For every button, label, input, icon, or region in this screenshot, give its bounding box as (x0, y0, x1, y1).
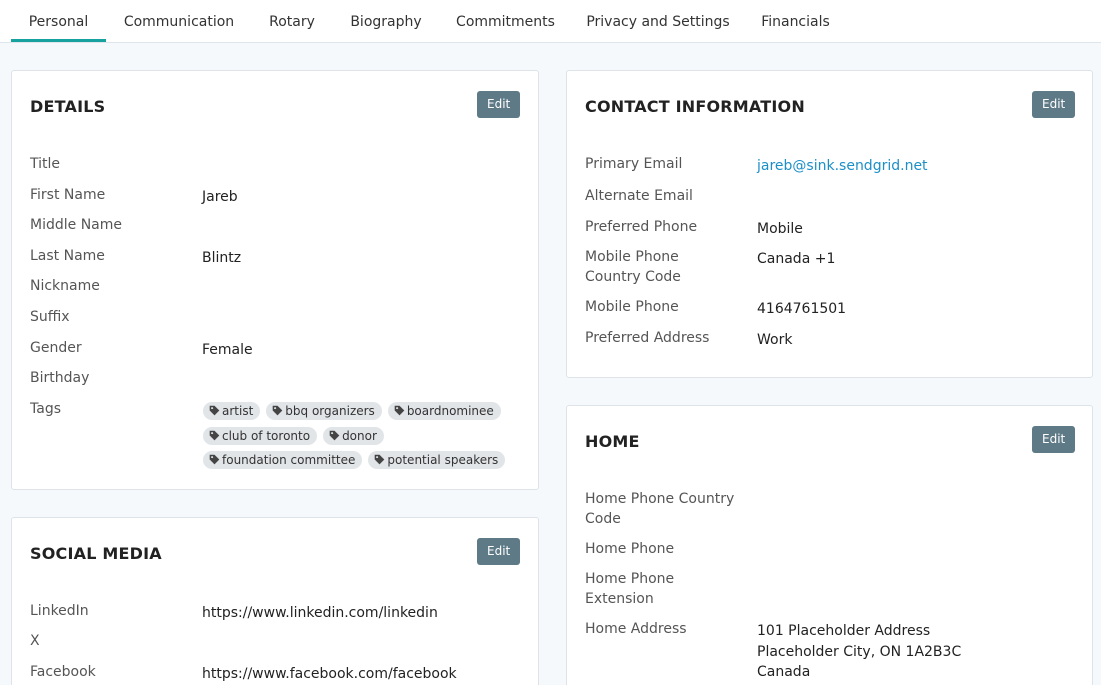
field-value: Canada +1 (757, 251, 836, 267)
field-label: Title (30, 156, 61, 172)
field-label: Home Address (585, 621, 687, 637)
tag-icon (209, 454, 220, 465)
tab-communication[interactable]: Communication (120, 0, 238, 42)
tab-personal[interactable]: Personal (11, 0, 106, 42)
home-card: HOME Edit Home Phone Country Code Home P… (566, 405, 1093, 685)
field-label: Primary Email (585, 156, 683, 172)
field-label: Alternate Email (585, 188, 693, 204)
tag-icon (375, 454, 385, 465)
tag-label: boardnominee (406, 404, 494, 418)
address-line: Placeholder City, ON 1A2B3C (757, 643, 962, 660)
tag-label: artist (222, 404, 254, 418)
details-card: DETAILS Edit Title First Name Jareb Midd… (11, 70, 539, 490)
tab-rotary[interactable]: Rotary (264, 0, 320, 42)
tag-list: artist bbq organizers boardnominee club of… (203, 400, 523, 474)
field-value: https://www.linkedin.com/linkedin (202, 605, 438, 621)
tag-chip: boardnominee (387, 402, 501, 420)
field-label: Mobile Phone Country Code (585, 249, 681, 285)
details-edit-button[interactable]: Edit (477, 91, 521, 118)
field-value: Female (202, 342, 253, 358)
tag-icon (272, 405, 283, 416)
tag-label: potential speakers (387, 453, 499, 467)
tag-label: foundation committee (222, 453, 356, 467)
tab-commitments[interactable]: Commitments (452, 0, 559, 42)
field-label: Home Phone (585, 541, 675, 557)
field-label: Mobile Phone (585, 299, 679, 315)
tag-icon (209, 430, 220, 440)
tag-chip: bbq organizers (266, 402, 382, 420)
tag-icon (394, 405, 405, 416)
tab-biography[interactable]: Biography (346, 0, 426, 42)
field-label: LinkedIn (30, 603, 89, 619)
primary-email-link[interactable]: jareb@sink.sendgrid.net (757, 156, 928, 176)
field-value: Mobile (757, 221, 803, 237)
field-row-tags: Tags artist bbq organizers boardnominee cl… (30, 400, 520, 470)
field-label: Home Phone Extension (585, 571, 675, 607)
tag-label: bbq organizers (285, 404, 375, 418)
tag-label: donor (342, 428, 377, 443)
social-media-card: SOCIAL MEDIA Edit LinkedIn https://www.l… (11, 517, 539, 685)
social-media-title: SOCIAL MEDIA (30, 544, 162, 563)
field-label: X (30, 633, 40, 649)
tag-chip: potential speakers (368, 451, 506, 469)
tag-chip: club of toronto (203, 426, 318, 445)
tag-label: club of toronto (222, 428, 311, 443)
tag-icon (209, 405, 220, 416)
tag-chip: donor (323, 426, 384, 445)
home-title: HOME (585, 432, 640, 451)
address-line: Canada (757, 664, 811, 680)
field-label: Preferred Address (585, 330, 710, 346)
field-label: First Name (30, 187, 106, 203)
contact-information-edit-button[interactable]: Edit (1032, 91, 1076, 118)
field-label: Preferred Phone (585, 219, 698, 235)
field-label: Suffix (30, 309, 70, 325)
field-label: Last Name (30, 248, 105, 264)
home-address-value: 101 Placeholder Address Placeholder City… (757, 621, 961, 683)
field-value: https://www.facebook.com/facebook (202, 666, 457, 682)
contact-information-card: CONTACT INFORMATION Edit Primary Email j… (566, 70, 1093, 378)
home-edit-button[interactable]: Edit (1032, 426, 1076, 453)
address-line: 101 Placeholder Address (757, 623, 931, 639)
social-media-edit-button[interactable]: Edit (477, 538, 521, 565)
field-value: Work (757, 332, 793, 348)
field-value: Jareb (202, 189, 238, 205)
field-value: Blintz (202, 250, 242, 266)
field-label: Tags (30, 401, 61, 417)
field-label: Home Phone Country Code (585, 491, 735, 527)
field-label: Middle Name (30, 217, 122, 233)
tag-chip: foundation committee (203, 451, 363, 469)
field-label: Gender (30, 340, 82, 356)
tag-chip: artist (203, 402, 261, 420)
tab-privacy-and-settings[interactable]: Privacy and Settings (585, 0, 731, 42)
contact-information-title: CONTACT INFORMATION (585, 97, 805, 116)
tag-icon (329, 430, 340, 440)
field-label: Facebook (30, 664, 96, 680)
field-label: Nickname (30, 278, 100, 294)
field-value: 4164761501 (757, 301, 847, 317)
field-label: Birthday (30, 370, 90, 386)
profile-tabs: Personal Communication Rotary Biography … (0, 0, 1101, 43)
details-title: DETAILS (30, 97, 106, 116)
tab-financials[interactable]: Financials (757, 0, 834, 42)
